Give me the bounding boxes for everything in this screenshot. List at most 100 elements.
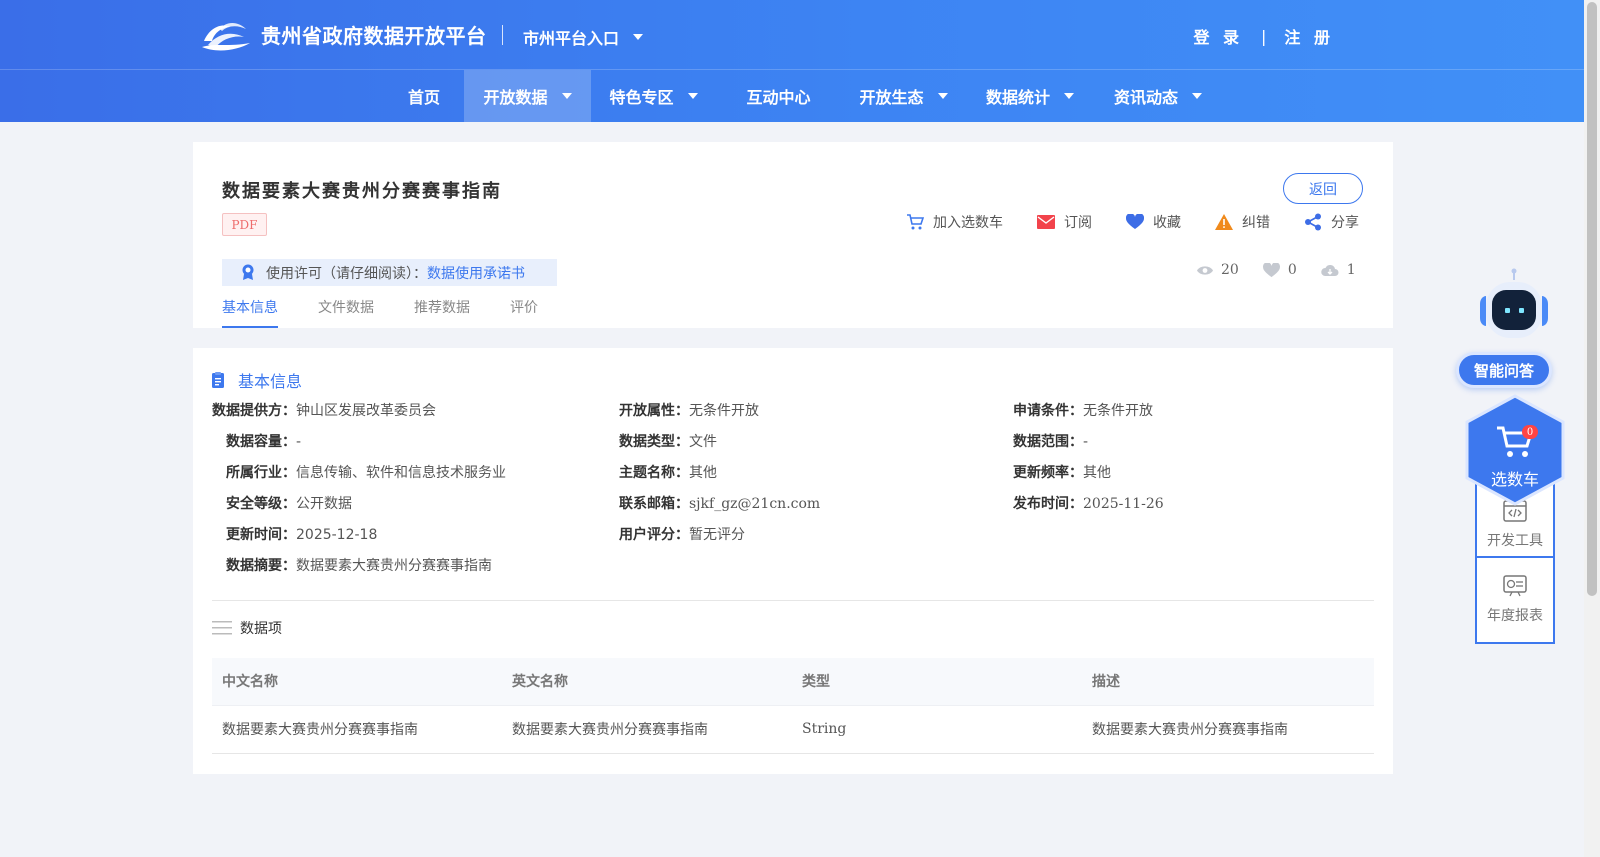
nav-ecosystem[interactable]: 开放生态 (841, 70, 966, 122)
tab-reviews[interactable]: 评价 (510, 297, 538, 328)
chevron-down-icon (687, 93, 698, 99)
field-key: 发布时间： (1013, 496, 1083, 512)
like-count: 0 (1262, 262, 1297, 278)
table-row: 数据要素大赛贵州分赛赛事指南 数据要素大赛贵州分赛赛事指南 String 数据要… (212, 704, 1374, 754)
field-capacity: 数据容量：- (226, 431, 301, 451)
top-header: 贵州省政府数据开放平台 市州平台入口 登 录 | 注 册 首页 开放数据 特色专… (0, 0, 1584, 122)
auth-separator: | (1261, 26, 1267, 46)
document-icon (212, 372, 224, 388)
data-items-title: 数据项 (240, 621, 282, 637)
annual-report-button[interactable]: 年度报表 (1477, 556, 1553, 642)
field-security: 安全等级：公开数据 (226, 493, 352, 513)
nav-news-label: 资讯动态 (1113, 88, 1178, 107)
field-value: 2025-12-18 (296, 527, 378, 543)
share-button[interactable]: 分享 (1304, 212, 1359, 232)
field-data-type: 数据类型：文件 (619, 431, 717, 451)
format-badge: PDF (222, 213, 267, 236)
table-cell: 数据要素大赛贵州分赛赛事指南 (502, 704, 792, 754)
favorite-label: 收藏 (1153, 215, 1181, 231)
field-key: 更新时间： (226, 527, 296, 543)
dev-tools-label: 开发工具 (1487, 533, 1543, 549)
cart-count-badge: 0 (1522, 425, 1538, 439)
field-open-attr: 开放属性：无条件开放 (619, 400, 759, 420)
cloud-download-icon (1320, 264, 1339, 276)
field-value: 无条件开放 (689, 403, 759, 419)
nav-open-data[interactable]: 开放数据 (464, 70, 591, 122)
heart-outline-icon (1262, 262, 1280, 277)
like-count-value: 0 (1287, 262, 1297, 278)
nav-featured-label: 特色专区 (609, 88, 674, 107)
tab-file-data[interactable]: 文件数据 (318, 297, 374, 328)
view-count: 20 (1197, 262, 1239, 278)
selection-cart-button[interactable]: 0 选数车 (1465, 394, 1565, 506)
cart-icon (907, 214, 924, 230)
field-value: 2025-11-26 (1083, 496, 1164, 512)
field-value: 暂无评分 (689, 527, 745, 543)
nav-featured[interactable]: 特色专区 (591, 70, 716, 122)
col-type: 类型 (792, 658, 1082, 705)
warning-icon (1215, 214, 1233, 230)
field-value: 钟山区发展改革委员会 (296, 403, 436, 419)
annual-report-label: 年度报表 (1487, 608, 1543, 624)
subscribe-button[interactable]: 订阅 (1037, 212, 1092, 232)
section-divider (212, 600, 1374, 601)
nav-news[interactable]: 资讯动态 (1094, 70, 1222, 122)
dataset-header-card: 数据要素大赛贵州分赛赛事指南 PDF 返回 加入选数车 订阅 收藏 纠错 分享 … (193, 142, 1393, 328)
data-items-table: 中文名称 英文名称 类型 描述 数据要素大赛贵州分赛赛事指南 数据要素大赛贵州分… (212, 658, 1374, 754)
table-header-row: 中文名称 英文名称 类型 描述 (212, 658, 1374, 705)
field-key: 数据类型： (619, 434, 689, 450)
download-count-value: 1 (1346, 262, 1356, 278)
col-english-name: 英文名称 (502, 658, 792, 705)
field-value: sjkf_gz@21cn.com (689, 496, 821, 512)
field-key: 安全等级： (226, 496, 296, 512)
dataset-stats: 20 0 1 (1197, 262, 1380, 278)
nav-home[interactable]: 首页 (384, 70, 464, 122)
field-value: 其他 (1083, 465, 1111, 481)
basic-info-title: 基本信息 (238, 372, 303, 391)
robot-assistant-icon[interactable] (1472, 268, 1556, 342)
chevron-down-icon (633, 34, 644, 40)
field-key: 数据摘要： (226, 558, 296, 574)
field-value: 无条件开放 (1083, 403, 1153, 419)
favorite-button[interactable]: 收藏 (1126, 212, 1181, 232)
add-to-cart-button[interactable]: 加入选数车 (906, 212, 1003, 232)
field-key: 开放属性： (619, 403, 689, 419)
field-key: 所属行业： (226, 465, 296, 481)
mail-icon (1037, 215, 1055, 229)
field-frequency: 更新频率：其他 (1013, 462, 1111, 482)
back-button[interactable]: 返回 (1283, 173, 1363, 204)
auth-links: 登 录 | 注 册 (1193, 24, 1334, 48)
site-title[interactable]: 贵州省政府数据开放平台 (261, 20, 487, 49)
site-logo[interactable] (200, 17, 252, 53)
header-bar: 贵州省政府数据开放平台 市州平台入口 登 录 | 注 册 (0, 0, 1584, 70)
register-link[interactable]: 注 册 (1284, 24, 1334, 48)
award-icon (242, 264, 254, 280)
scrollbar-thumb[interactable] (1587, 2, 1597, 596)
tab-basic-info[interactable]: 基本信息 (222, 297, 278, 328)
license-agreement-link[interactable]: 数据使用承诺书 (427, 263, 525, 283)
login-link[interactable]: 登 录 (1193, 24, 1243, 48)
license-bar: 使用许可（请仔细阅读）： 数据使用承诺书 (222, 259, 557, 286)
eye-icon (1197, 265, 1213, 275)
field-provider: 数据提供方：钟山区发展改革委员会 (212, 400, 436, 420)
nav-statistics[interactable]: 数据统计 (966, 70, 1094, 122)
view-count-value: 20 (1221, 262, 1239, 278)
nav-interaction-label: 互动中心 (746, 88, 811, 107)
vertical-scrollbar[interactable] (1584, 0, 1600, 857)
field-key: 申请条件： (1013, 403, 1083, 419)
field-key: 联系邮箱： (619, 496, 689, 512)
heart-icon (1126, 214, 1144, 229)
license-label: 使用许可（请仔细阅读）： (266, 265, 427, 282)
tab-recommended[interactable]: 推荐数据 (414, 297, 470, 328)
report-icon (1503, 575, 1527, 597)
smart-qa-button[interactable]: 智能问答 (1456, 352, 1552, 388)
report-error-button[interactable]: 纠错 (1215, 212, 1270, 232)
field-key: 用户评分： (619, 527, 689, 543)
field-published: 发布时间：2025-11-26 (1013, 493, 1164, 513)
city-platform-dropdown[interactable]: 市州平台入口 (523, 25, 644, 49)
basic-info-card: 基本信息 数据提供方：钟山区发展改革委员会 数据容量：- 所属行业：信息传输、软… (193, 348, 1393, 774)
table-cell: String (792, 704, 1082, 754)
field-scope: 数据范围：- (1013, 431, 1088, 451)
cart-label: 选数车 (1490, 470, 1539, 489)
nav-interaction[interactable]: 互动中心 (716, 70, 841, 122)
